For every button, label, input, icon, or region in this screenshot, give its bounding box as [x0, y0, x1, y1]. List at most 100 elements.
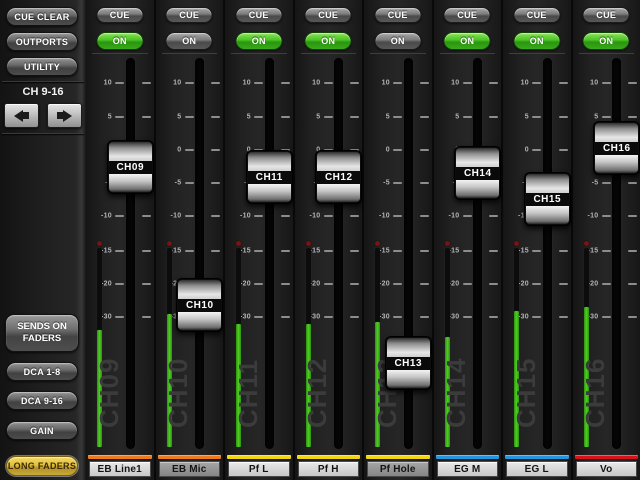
fader-track[interactable] — [334, 58, 343, 449]
fader-scale-tick — [254, 116, 263, 118]
gain-button[interactable]: GAIN — [6, 421, 78, 440]
fader-cap-shine — [248, 184, 291, 203]
fader-cap[interactable]: CH11 — [246, 150, 293, 204]
channel-name[interactable]: Vo — [576, 461, 638, 477]
channel-name[interactable]: EG M — [437, 461, 499, 477]
channel-watermark: CH14 — [443, 362, 469, 428]
fader-scale-tick — [532, 116, 541, 118]
fader-track[interactable] — [404, 58, 413, 449]
fader-scale-tick — [628, 215, 637, 217]
fader-track[interactable] — [612, 58, 621, 449]
cue-button[interactable]: CUE — [166, 7, 213, 23]
channel-name[interactable]: Pf H — [298, 461, 360, 477]
fader-scale-tick — [281, 82, 290, 84]
outports-button[interactable]: OUTPORTS — [6, 32, 78, 51]
channel-name[interactable]: EG L — [506, 461, 568, 477]
channel-watermark: CH15 — [513, 362, 539, 428]
on-button[interactable]: ON — [166, 32, 213, 50]
sends-on-faders-button[interactable]: SENDS ON FADERS — [5, 314, 79, 352]
fader-cap-label: CH09 — [109, 161, 152, 174]
cue-button[interactable]: CUE — [235, 7, 282, 23]
on-button[interactable]: ON — [235, 32, 282, 50]
fader-scale-tick — [559, 82, 568, 84]
fader-scale-tick — [489, 250, 498, 252]
fader-cap[interactable]: CH15 — [524, 172, 571, 226]
bank-right-button[interactable] — [47, 103, 82, 128]
fader-scale-tick — [211, 215, 220, 217]
fader-scale-tick — [463, 283, 472, 285]
cue-button[interactable]: CUE — [513, 7, 560, 23]
channel-label-section: EG M — [434, 455, 502, 480]
clip-led — [514, 241, 519, 246]
utility-button[interactable]: UTILITY — [6, 57, 78, 76]
cue-button[interactable]: CUE — [96, 7, 143, 23]
on-button[interactable]: ON — [96, 32, 143, 50]
fader-scale-tick — [185, 149, 194, 151]
fader-scale-tick — [142, 215, 151, 217]
fader-cap[interactable]: CH14 — [454, 146, 501, 200]
fader-scale-label: 10 — [503, 80, 529, 87]
channel-name[interactable]: EB Mic — [159, 461, 221, 477]
fader-track[interactable] — [265, 58, 274, 449]
channel-watermark: CH16 — [582, 362, 608, 428]
fader-scale-tick — [393, 116, 402, 118]
cue-button[interactable]: CUE — [583, 7, 630, 23]
fader-cap-shine — [178, 312, 221, 331]
cue-button[interactable]: CUE — [305, 7, 352, 23]
channel-top-section: CUE ON — [364, 0, 432, 55]
channel-strip-ch11: CUEON1050-5-10-15-20-30CH11CH11Pf L — [225, 0, 295, 480]
fader-scale-label: 5 — [156, 114, 182, 121]
channel-name[interactable]: Pf Hole — [367, 461, 429, 477]
fader-cap[interactable]: CH10 — [176, 278, 223, 332]
channel-strip-ch15: CUEON1050-5-10-15-20-30CH15CH15EG L — [503, 0, 573, 480]
fader-scale-tick — [393, 182, 402, 184]
fader-track[interactable] — [195, 58, 204, 449]
clip-led — [445, 241, 450, 246]
fader-scale-label: 10 — [225, 80, 251, 87]
channel-label-section: Vo — [573, 455, 640, 480]
on-button[interactable]: ON — [583, 32, 630, 50]
cue-clear-button[interactable]: CUE CLEAR — [6, 7, 78, 26]
sidebar: CUE CLEAR OUTPORTS UTILITY CH 9-16 SENDS… — [0, 0, 86, 480]
fader-cap[interactable]: CH13 — [385, 336, 432, 390]
fader-cap[interactable]: CH12 — [315, 150, 362, 204]
fader-cap[interactable]: CH16 — [593, 121, 640, 175]
fader-scale-tick — [602, 250, 611, 252]
fader-track[interactable] — [543, 58, 552, 449]
bank-left-button[interactable] — [4, 103, 39, 128]
channel-color-bar — [505, 455, 569, 459]
fader-scale-tick — [602, 215, 611, 217]
fader-scale-tick — [559, 283, 568, 285]
long-faders-button[interactable]: LONG FADERS — [6, 456, 78, 476]
fader-scale-tick — [489, 215, 498, 217]
channel-watermark: CH09 — [96, 362, 122, 428]
fader-scale-tick — [281, 116, 290, 118]
cue-button[interactable]: CUE — [374, 7, 421, 23]
strip-divider-line — [231, 53, 287, 54]
fader-scale-tick — [420, 283, 429, 285]
fader-cap-label: CH14 — [456, 167, 499, 180]
fader-cap[interactable]: CH09 — [107, 140, 154, 194]
on-button[interactable]: ON — [444, 32, 491, 50]
fader-scale-tick — [115, 82, 124, 84]
dca-9-16-button[interactable]: DCA 9-16 — [6, 391, 78, 410]
fader-scale-tick — [420, 182, 429, 184]
fader-scale-tick — [281, 316, 290, 318]
fader-scale-tick — [393, 250, 402, 252]
channel-watermark: CH11 — [235, 362, 261, 428]
fader-area: 1050-5-10-15-20-30CH09CH09 — [86, 55, 154, 455]
fader-scale-tick — [602, 82, 611, 84]
fader-track[interactable] — [126, 58, 135, 449]
channel-name[interactable]: EB Line1 — [89, 461, 151, 477]
channel-color-bar — [366, 455, 430, 459]
fader-scale-tick — [211, 182, 220, 184]
right-arrow-icon — [63, 110, 72, 122]
on-button[interactable]: ON — [513, 32, 560, 50]
on-button[interactable]: ON — [305, 32, 352, 50]
channel-top-section: CUE ON — [434, 0, 502, 55]
channel-name[interactable]: Pf L — [228, 461, 290, 477]
on-button[interactable]: ON — [374, 32, 421, 50]
fader-track[interactable] — [473, 58, 482, 449]
cue-button[interactable]: CUE — [444, 7, 491, 23]
dca-1-8-button[interactable]: DCA 1-8 — [6, 362, 78, 381]
